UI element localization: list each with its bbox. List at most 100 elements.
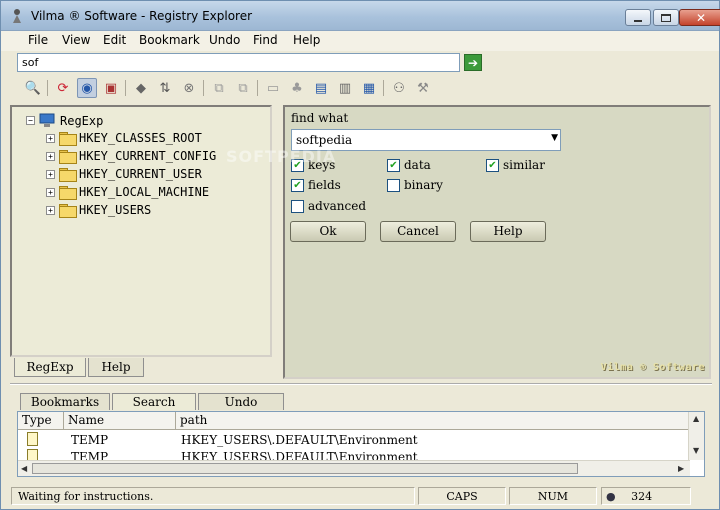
data-checkbox[interactable]: ✔ data [387,158,431,172]
save-button[interactable]: ▣ [101,78,121,98]
tab-search[interactable]: Search [112,393,196,410]
toolbar-separator [257,80,258,96]
tree-root-label: RegExp [60,113,104,128]
bookmark-icon: ◆ [136,80,146,96]
expand-icon[interactable]: + [46,133,55,143]
tools-icon: ⚒ [417,80,429,96]
folder-icon [59,168,77,182]
users-button[interactable]: ⚇ [389,78,409,98]
dropdown-arrow-icon[interactable]: ▼ [551,133,558,143]
tab-regexp[interactable]: RegExp [14,358,86,377]
app-icon [13,9,21,23]
vertical-scrollbar[interactable]: ▲ ▼ [688,412,704,460]
scroll-right-icon[interactable]: ▶ [678,464,684,473]
row-name: TEMP [71,450,109,460]
check-icon: ✔ [387,158,400,172]
globe-icon: ● [606,490,616,503]
close-button[interactable]: ✕ [679,9,720,26]
computer-icon [39,113,55,127]
tree-node[interactable]: + HKEY_CLASSES_ROOT [46,131,202,146]
new-key-button[interactable]: ▭ [263,78,283,98]
go-button[interactable]: ➔ [464,54,482,71]
cancel-button[interactable]: Cancel [380,221,456,242]
copy-key-button[interactable]: ⧉ [209,78,229,98]
unchecked-box-icon [387,178,400,192]
stop-button[interactable]: ⊗ [179,78,199,98]
app-window: Vilma ® Software - Registry Explorer ✕ F… [0,0,720,510]
tab-undo[interactable]: Undo [198,393,284,410]
column-header-path[interactable]: path [176,412,688,430]
count-panel: ● 324 [601,487,691,505]
registry-tree: − RegExp + HKEY_CLASSES_ROOT + HKEY_CURR… [10,105,272,357]
tab-bookmarks[interactable]: Bookmarks [20,393,110,410]
copy-icon: ⧉ [214,80,224,96]
menu-bookmark[interactable]: Bookmark [139,33,200,47]
search-button[interactable]: 🔍 [23,78,43,98]
tree-node[interactable]: + HKEY_LOCAL_MACHINE [46,185,210,200]
folder-icon [59,204,77,218]
menu-view[interactable]: View [62,33,90,47]
tree-node-label: HKEY_LOCAL_MACHINE [79,185,210,199]
table-row[interactable]: TEMP HKEY_USERS\.DEFAULT\Environment [18,448,688,460]
count-value: 324 [631,490,653,503]
menu-help[interactable]: Help [293,33,320,47]
find-what-label: find what [291,111,349,125]
tree-node[interactable]: + HKEY_CURRENT_CONFIG [46,149,216,164]
find-button[interactable]: ◉ [77,78,97,98]
horizontal-scrollbar[interactable]: ◀ ▶ [18,460,690,476]
similar-checkbox[interactable]: ✔ similar [486,158,545,172]
users-icon: ⚇ [393,80,405,96]
tab-help[interactable]: Help [88,358,144,377]
maximize-button[interactable] [653,9,679,26]
scroll-up-icon[interactable]: ▲ [693,414,699,423]
binary-value-button[interactable]: ▥ [335,78,355,98]
tree-root[interactable]: − RegExp [26,113,103,128]
find-icon: ◉ [81,80,93,96]
column-header-type[interactable]: Type [18,412,64,430]
collapse-icon[interactable]: − [26,116,35,125]
address-input[interactable] [17,53,460,72]
scroll-thumb[interactable] [32,463,578,474]
arrow-right-icon: ➔ [467,55,479,70]
bookmark-button[interactable]: ◆ [131,78,151,98]
scroll-down-icon[interactable]: ▼ [693,446,699,455]
table-row[interactable]: TEMP HKEY_USERS\.DEFAULT\Environment [18,431,688,449]
menu-find[interactable]: Find [253,33,278,47]
string-value-button[interactable]: ▤ [311,78,331,98]
sort-button[interactable]: ⇅ [155,78,175,98]
results-area: Bookmarks Search Undo Type Name path TEM… [10,383,712,479]
minimize-button[interactable] [625,9,651,26]
paste-key-button[interactable]: ⧉ [233,78,253,98]
tree-node[interactable]: + HKEY_CURRENT_USER [46,167,202,182]
advanced-checkbox[interactable]: advanced [291,199,366,213]
status-message: Waiting for instructions. [11,487,415,505]
tree-button[interactable]: ♣ [287,78,307,98]
stop-icon: ⊗ [183,80,195,96]
fields-checkbox[interactable]: ✔ fields [291,178,341,192]
dword-value-button[interactable]: ▦ [359,78,379,98]
menu-file[interactable]: File [28,33,48,47]
string-value-icon: ▤ [314,80,328,96]
refresh-button[interactable]: ⟳ [53,78,73,98]
binary-label: binary [404,178,443,192]
dword-value-icon: ▦ [362,80,376,96]
close-icon: ✕ [695,10,707,25]
check-icon: ✔ [486,158,499,172]
menu-edit[interactable]: Edit [103,33,126,47]
tree-node[interactable]: + HKEY_USERS [46,203,151,218]
softpedia-watermark: SOFTPEDIA [226,147,337,166]
help-button[interactable]: Help [470,221,546,242]
binary-checkbox[interactable]: binary [387,178,443,192]
column-header-name[interactable]: Name [64,412,176,430]
expand-icon[interactable]: + [46,187,55,197]
folder-icon [59,132,77,146]
expand-icon[interactable]: + [46,151,55,161]
expand-icon[interactable]: + [46,169,55,179]
scroll-left-icon[interactable]: ◀ [21,464,27,473]
ok-button[interactable]: Ok [290,221,366,242]
title-bar: Vilma ® Software - Registry Explorer ✕ [1,1,720,31]
menu-undo[interactable]: Undo [209,33,240,47]
tools-button[interactable]: ⚒ [413,78,433,98]
expand-icon[interactable]: + [46,205,55,215]
row-name: TEMP [71,433,109,447]
